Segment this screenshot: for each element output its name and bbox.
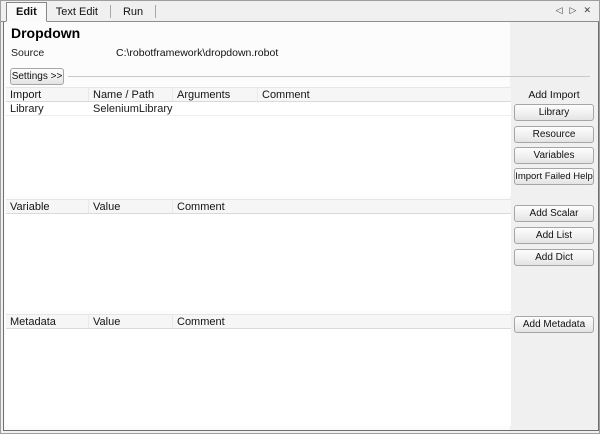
add-dict-button[interactable]: Add Dict <box>514 249 594 266</box>
tab-nav-controls: ◁ ▷ ✕ <box>556 5 591 16</box>
add-list-button[interactable]: Add List <box>514 227 594 244</box>
tab-text-edit[interactable]: Text Edit <box>47 3 107 22</box>
column-header: Import <box>6 88 89 101</box>
column-header: Comment <box>177 316 225 328</box>
tab-run[interactable]: Run <box>114 3 152 22</box>
column-header: Variable <box>6 200 89 213</box>
add-scalar-button[interactable]: Add Scalar <box>514 205 594 222</box>
tab-scroll-left-icon[interactable]: ◁ <box>556 5 563 16</box>
add-metadata-button[interactable]: Add Metadata <box>514 316 594 333</box>
ride-editor-window: Edit Text Edit Run ◁ ▷ ✕ Dropdown Source… <box>0 0 600 434</box>
tab-close-icon[interactable]: ✕ <box>583 5 591 16</box>
import-type-cell[interactable]: Library <box>6 102 89 115</box>
column-header: Comment <box>177 201 225 213</box>
import-failed-help-button[interactable]: Import Failed Help <box>514 168 594 185</box>
column-header: Value <box>89 200 173 213</box>
source-path: C:\robotframework\dropdown.robot <box>116 47 279 59</box>
add-import-label: Add Import <box>528 89 580 101</box>
variable-table: Variable Value Comment <box>6 199 511 311</box>
tab-edit[interactable]: Edit <box>6 2 47 22</box>
tab-bar: Edit Text Edit Run ◁ ▷ ✕ <box>1 1 599 22</box>
import-arguments-cell[interactable] <box>173 102 258 115</box>
source-label: Source <box>11 47 45 59</box>
add-variables-button[interactable]: Variables <box>514 147 594 164</box>
editor-panel: Dropdown Source C:\robotframework\dropdow… <box>3 22 599 431</box>
variable-table-header: Variable Value Comment <box>6 199 511 214</box>
source-row: Source C:\robotframework\dropdown.robot <box>11 47 278 59</box>
column-header: Comment <box>262 89 310 101</box>
tab-scroll-right-icon[interactable]: ▷ <box>570 5 577 16</box>
column-header: Arguments <box>173 88 258 101</box>
import-table-header: Import Name / Path Arguments Comment <box>6 87 511 102</box>
import-table: Import Name / Path Arguments Comment Lib… <box>6 87 511 196</box>
page-title: Dropdown <box>11 25 81 41</box>
metadata-table-header: Metadata Value Comment <box>6 314 511 329</box>
import-name-cell[interactable]: SeleniumLibrary <box>89 102 173 115</box>
table-row[interactable]: Library SeleniumLibrary <box>6 102 511 116</box>
settings-divider <box>68 76 590 77</box>
tab-separator <box>155 5 157 18</box>
column-header: Metadata <box>6 315 89 328</box>
action-rail-background <box>510 22 598 430</box>
column-header: Value <box>89 315 173 328</box>
add-resource-button[interactable]: Resource <box>514 126 594 143</box>
add-library-button[interactable]: Library <box>514 104 594 121</box>
tab-separator <box>109 5 111 18</box>
settings-toggle-button[interactable]: Settings >> <box>10 68 64 85</box>
import-comment-cell[interactable] <box>258 102 511 115</box>
metadata-table: Metadata Value Comment <box>6 314 511 426</box>
tables-area: Import Name / Path Arguments Comment Lib… <box>6 87 511 426</box>
column-header: Name / Path <box>89 88 173 101</box>
